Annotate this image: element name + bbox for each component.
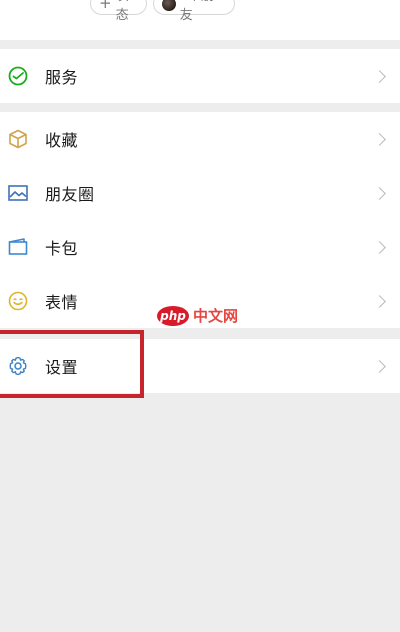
watermark-text: 中文网: [193, 307, 239, 325]
profile-header: + 状态 1个朋友: [0, 0, 400, 40]
status-label: 状态: [115, 0, 129, 23]
plus-icon: +: [99, 0, 112, 12]
chevron-right-icon: [373, 240, 386, 254]
watermark-logo: php: [157, 305, 189, 326]
menu-item-services[interactable]: 服务: [0, 49, 400, 103]
services-icon: [7, 65, 29, 87]
main-menu-section: 收藏 朋友圈 卡包 表情: [0, 112, 400, 328]
image-icon: [7, 182, 29, 204]
menu-item-label: 设置: [45, 358, 79, 377]
chevron-right-icon: [373, 186, 386, 200]
menu-item-label: 表情: [45, 293, 79, 312]
menu-item-cards[interactable]: 卡包: [0, 220, 400, 274]
friends-button[interactable]: 1个朋友: [153, 0, 235, 23]
wallet-icon: [7, 236, 29, 258]
chevron-right-icon: [373, 132, 386, 146]
chevron-right-icon: [373, 69, 386, 83]
smiley-icon: [7, 290, 29, 312]
friend-avatar: [162, 0, 176, 11]
menu-item-settings[interactable]: 设置: [0, 339, 400, 393]
menu-item-label: 收藏: [45, 131, 79, 150]
menu-item-favorites[interactable]: 收藏: [0, 112, 400, 166]
menu-item-label: 服务: [45, 68, 79, 87]
gear-icon: [7, 355, 29, 377]
chevron-right-icon: [373, 294, 386, 308]
services-section: 服务: [0, 49, 400, 103]
friends-label: 1个朋友: [179, 0, 214, 23]
chevron-right-icon: [373, 359, 386, 373]
cube-icon: [7, 128, 29, 150]
menu-item-label: 卡包: [45, 239, 79, 258]
menu-item-moments[interactable]: 朋友圈: [0, 166, 400, 220]
settings-section: 设置: [0, 339, 400, 393]
status-button[interactable]: + 状态: [90, 0, 147, 23]
watermark: php 中文网: [157, 305, 238, 326]
menu-item-label: 朋友圈: [45, 185, 95, 204]
